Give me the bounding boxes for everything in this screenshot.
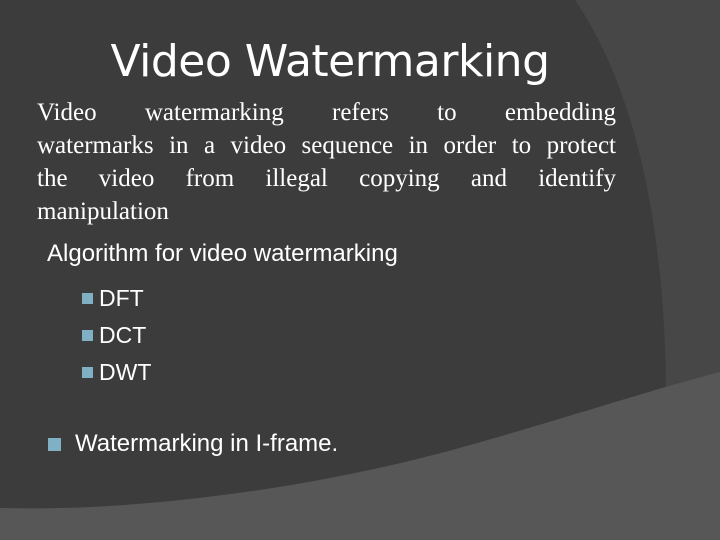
list-item: DFT (82, 280, 151, 317)
algorithm-label: DCT (99, 322, 147, 348)
algorithm-list: DFT DCT DWT (82, 280, 151, 391)
bullet-point: Watermarking in I-frame. (48, 430, 338, 458)
list-item: DCT (82, 317, 151, 354)
algorithm-label: DFT (99, 285, 144, 311)
paragraph-line: Video watermarking refers to embedding (37, 99, 616, 126)
intro-paragraph: Video watermarking refers to embedding w… (37, 96, 616, 228)
list-item: DWT (82, 354, 151, 391)
slide-title: Video Watermarking (110, 36, 551, 87)
bullet-text: Watermarking in I-frame. (75, 430, 339, 457)
square-bullet-icon (82, 330, 93, 341)
square-bullet-icon (48, 437, 61, 451)
algorithm-label: DWT (99, 359, 152, 385)
paragraph-line: watermarks in a video sequence in order … (37, 132, 616, 159)
paragraph-line: manipulation (37, 198, 169, 225)
square-bullet-icon (82, 367, 93, 378)
square-bullet-icon (82, 293, 93, 304)
paragraph-line: the video from illegal copying and ident… (37, 165, 616, 192)
algorithm-subheading: Algorithm for video watermarking (47, 240, 398, 267)
